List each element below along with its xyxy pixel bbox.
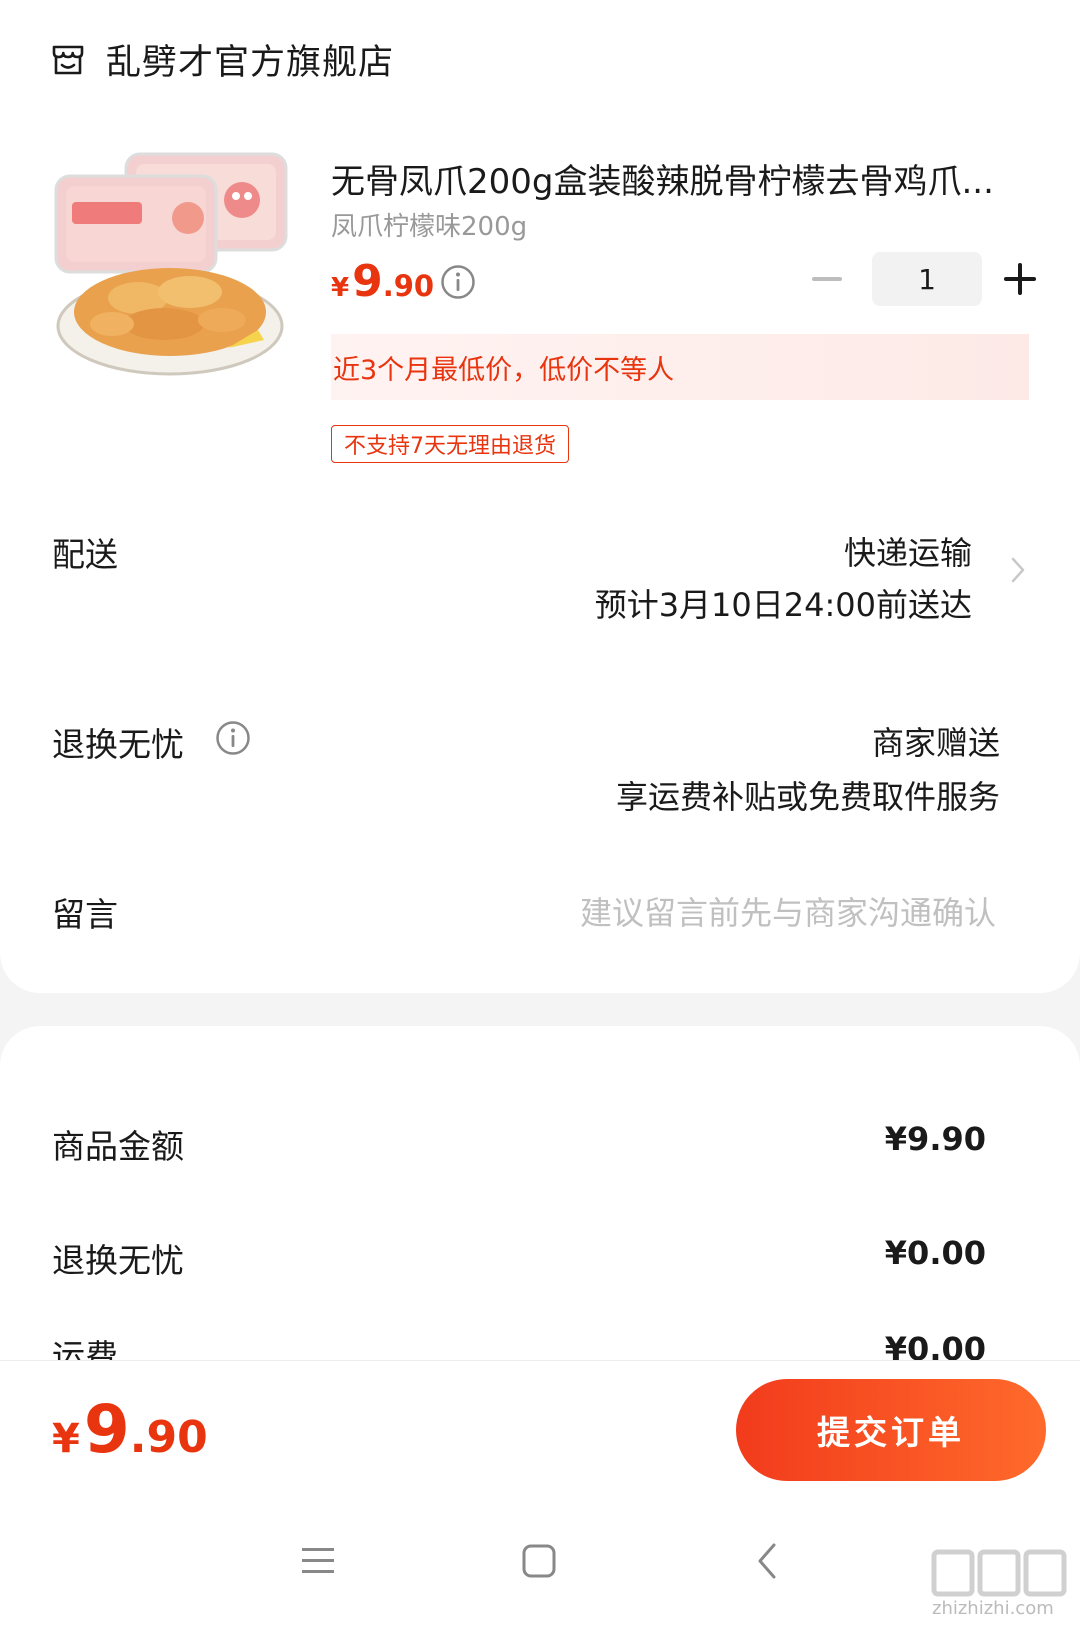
store-header[interactable]: 乱劈才官方旗舰店	[50, 34, 394, 85]
total-decimal: .90	[129, 1412, 208, 1463]
increase-button[interactable]	[1004, 263, 1036, 295]
menu-icon[interactable]	[302, 1546, 334, 1576]
lowest-price-banner: 近3个月最低价，低价不等人	[331, 334, 1029, 400]
goods-amount-label: 商品金额	[52, 1127, 184, 1166]
price-currency: ¥	[331, 273, 350, 303]
total-price: ¥ 9 .90	[52, 1391, 208, 1468]
product-title[interactable]: 无骨凤爪200g盒装酸辣脱骨柠檬去骨鸡爪...	[331, 154, 1031, 203]
checkout-bar: ¥ 9 .90 提交订单	[0, 1360, 1080, 1498]
home-icon[interactable]	[522, 1544, 556, 1578]
submit-order-button[interactable]: 提交订单	[736, 1379, 1046, 1481]
return-fee-label: 退换无忧	[52, 1241, 184, 1280]
order-card: 乱劈才官方旗舰店 无骨凤爪200g盒装酸辣脱骨柠檬去骨鸡爪... 凤爪柠檬味20…	[0, 0, 1080, 993]
price-info-icon[interactable]	[440, 264, 476, 300]
quantity-value[interactable]: 1	[872, 252, 982, 306]
price-decimal: .90	[382, 269, 435, 303]
message-label: 留言	[52, 895, 118, 934]
store-name[interactable]: 乱劈才官方旗舰店	[106, 34, 394, 85]
product-image[interactable]	[52, 152, 300, 392]
product-spec[interactable]: 凤爪柠檬味200g	[331, 206, 527, 243]
return-service-gift: 商家赠送	[871, 724, 1000, 762]
return-service-label: 退换无忧	[52, 725, 184, 764]
watermark-domain: zhizhizhi.com	[932, 1598, 1054, 1619]
message-input[interactable]: 建议留言前先与商家沟通确认	[580, 888, 996, 934]
delivery-eta: 预计3月10日24:00前送达	[594, 586, 972, 624]
decrease-button[interactable]	[812, 277, 842, 281]
delivery-method[interactable]: 快递运输	[844, 528, 972, 574]
store-icon	[52, 45, 84, 74]
watermark-logo	[931, 1549, 1067, 1597]
back-icon[interactable]	[756, 1542, 778, 1580]
delivery-label: 配送	[52, 535, 118, 574]
goods-amount-value: ¥9.90	[884, 1120, 986, 1158]
total-currency: ¥	[52, 1416, 80, 1462]
return-info-icon[interactable]	[215, 720, 251, 756]
quantity-stepper: 1	[812, 252, 1036, 306]
product-price: ¥ 9 .90	[331, 256, 434, 307]
return-fee-value: ¥0.00	[884, 1234, 986, 1272]
amount-summary-card: 商品金额 ¥9.90 退换无忧 ¥0.00 运费 ¥0.00	[0, 1026, 1080, 1376]
return-service-desc: 享运费补贴或免费取件服务	[615, 778, 1000, 816]
price-integer: 9	[352, 256, 383, 307]
return-policy-tag: 不支持7天无理由退货	[331, 425, 569, 463]
chevron-right-icon[interactable]	[1010, 556, 1026, 584]
checkout-page: 乱劈才官方旗舰店 无骨凤爪200g盒装酸辣脱骨柠檬去骨鸡爪... 凤爪柠檬味20…	[0, 0, 1080, 1628]
total-integer: 9	[83, 1391, 130, 1468]
system-nav-bar	[0, 1498, 1080, 1628]
